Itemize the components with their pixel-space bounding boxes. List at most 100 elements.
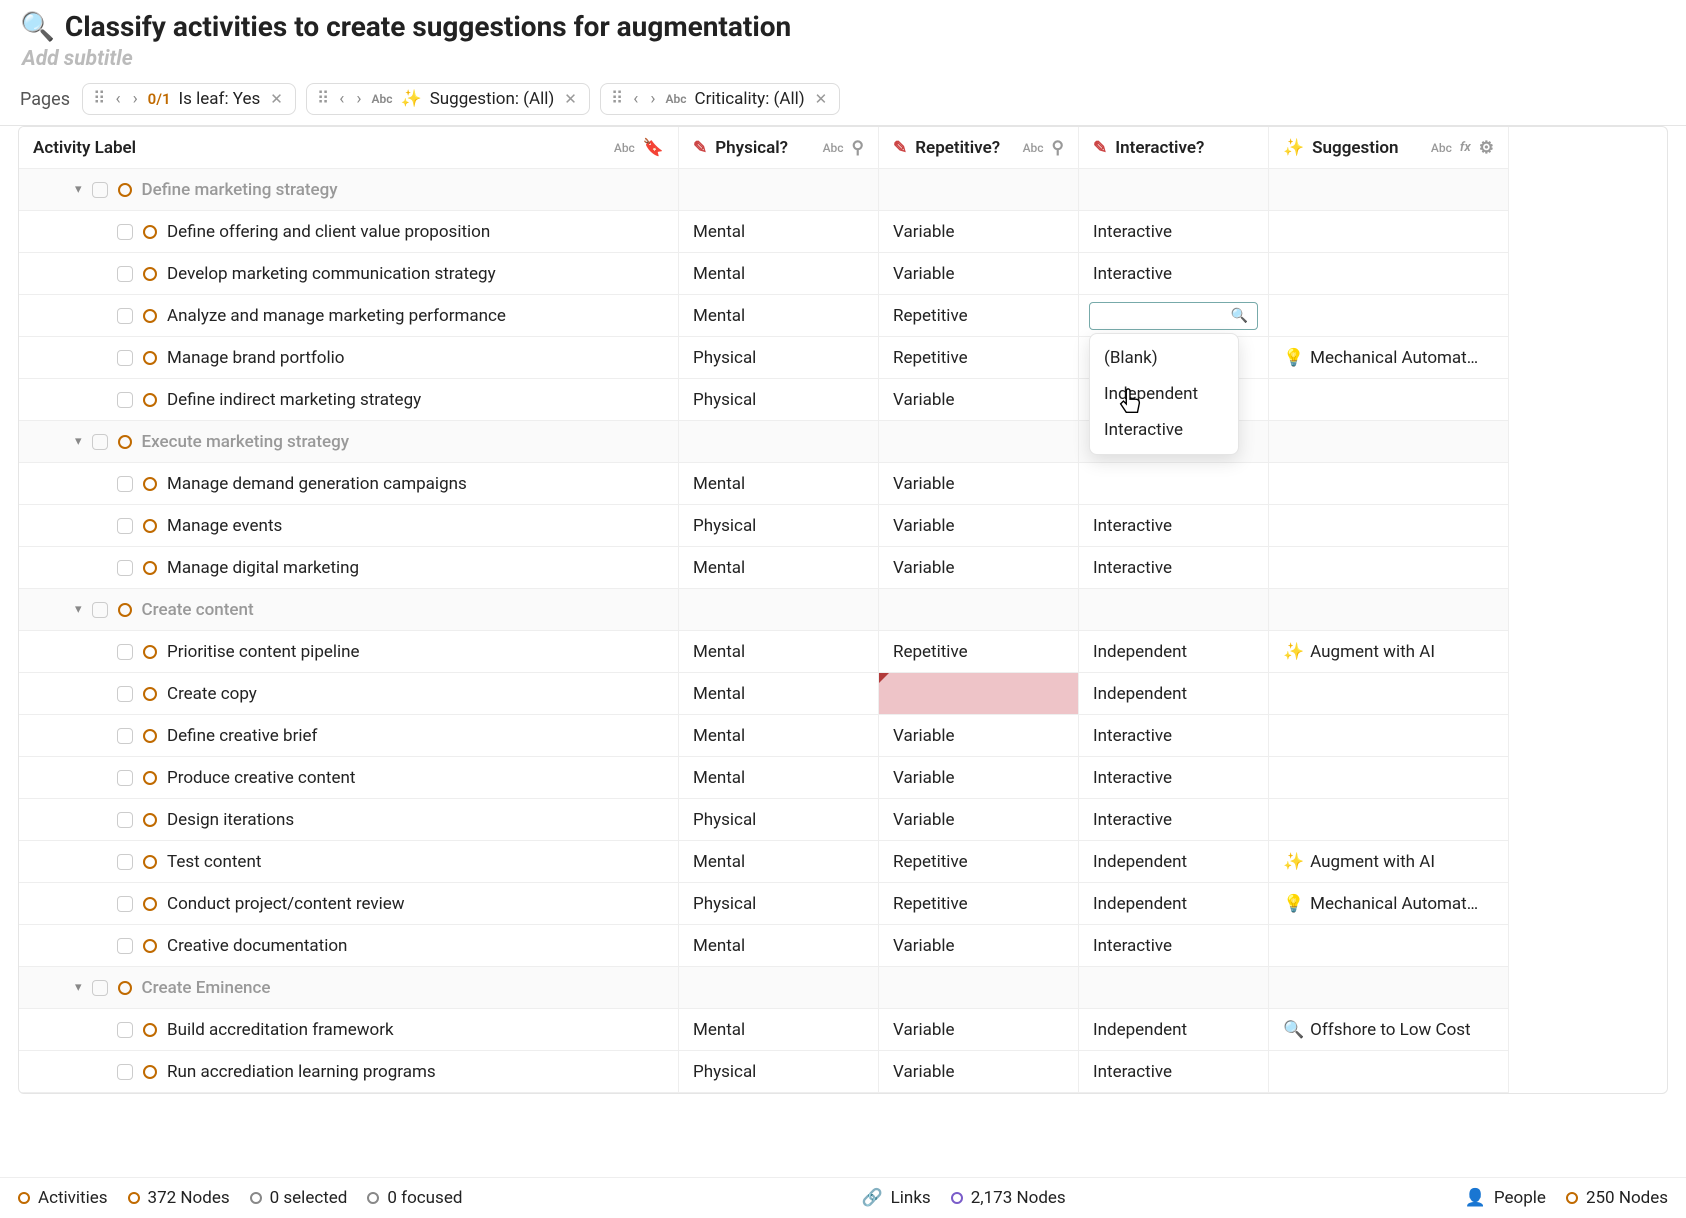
node-icon[interactable] [143, 855, 157, 869]
group-row[interactable]: ▾ Create content [19, 589, 679, 631]
repetitive-cell[interactable]: Variable [879, 211, 1079, 253]
group-row[interactable]: ▾ Create Eminence [19, 967, 679, 1009]
suggestion-cell[interactable] [1269, 211, 1509, 253]
row-checkbox[interactable] [92, 602, 108, 618]
interactive-cell[interactable]: Interactive [1079, 925, 1269, 967]
links-label[interactable]: Links [891, 1188, 931, 1208]
node-icon[interactable] [143, 351, 157, 365]
repetitive-cell[interactable]: Repetitive [879, 883, 1079, 925]
suggestion-cell[interactable] [1269, 379, 1509, 421]
repetitive-cell[interactable]: Repetitive [879, 841, 1079, 883]
node-icon[interactable] [143, 729, 157, 743]
suggestion-cell[interactable] [1269, 673, 1509, 715]
node-icon[interactable] [143, 1023, 157, 1037]
repetitive-cell[interactable]: Variable [879, 1009, 1079, 1051]
chevron-left-icon[interactable]: ‹ [631, 89, 640, 109]
people-label[interactable]: People [1494, 1188, 1546, 1208]
node-icon[interactable] [143, 561, 157, 575]
interactive-cell[interactable]: Interactive [1079, 505, 1269, 547]
node-icon[interactable] [143, 687, 157, 701]
physical-cell[interactable]: Mental [679, 673, 879, 715]
activity-cell[interactable]: Define creative brief [19, 715, 679, 757]
activities-label[interactable]: Activities [38, 1188, 108, 1208]
interactive-cell[interactable]: Independent [1079, 883, 1269, 925]
node-icon[interactable] [143, 1065, 157, 1079]
row-checkbox[interactable] [117, 938, 133, 954]
suggestion-cell[interactable]: 🔍Offshore to Low Cost [1269, 1009, 1509, 1051]
node-icon[interactable] [143, 771, 157, 785]
row-checkbox[interactable] [117, 308, 133, 324]
row-checkbox[interactable] [117, 812, 133, 828]
suggestion-cell[interactable]: ✨Augment with AI [1269, 631, 1509, 673]
row-checkbox[interactable] [117, 560, 133, 576]
repetitive-cell[interactable]: Variable [879, 505, 1079, 547]
activity-cell[interactable]: Analyze and manage marketing performance [19, 295, 679, 337]
repetitive-cell[interactable]: Variable [879, 799, 1079, 841]
repetitive-cell[interactable]: Variable [879, 715, 1079, 757]
activity-cell[interactable]: Manage demand generation campaigns [19, 463, 679, 505]
suggestion-cell[interactable] [1269, 253, 1509, 295]
physical-cell[interactable]: Physical [679, 799, 879, 841]
grip-icon[interactable]: ⠿ [317, 89, 329, 109]
row-checkbox[interactable] [117, 854, 133, 870]
physical-cell[interactable]: Physical [679, 883, 879, 925]
physical-cell[interactable]: Mental [679, 841, 879, 883]
node-icon[interactable] [143, 519, 157, 533]
suggestion-cell[interactable] [1269, 547, 1509, 589]
dropdown-option[interactable]: Interactive [1090, 412, 1238, 448]
row-checkbox[interactable] [117, 266, 133, 282]
node-icon[interactable] [143, 813, 157, 827]
row-checkbox[interactable] [117, 686, 133, 702]
node-icon[interactable] [143, 939, 157, 953]
activity-cell[interactable]: Manage brand portfolio [19, 337, 679, 379]
node-icon[interactable] [118, 435, 132, 449]
chevron-down-icon[interactable]: ▾ [75, 980, 82, 995]
node-icon[interactable] [143, 393, 157, 407]
grip-icon[interactable]: ⠿ [611, 89, 623, 109]
dropdown-option[interactable]: Independent [1090, 376, 1238, 412]
interactive-cell[interactable]: 🔍 (Blank)IndependentInteractive [1079, 295, 1269, 337]
subtitle-input[interactable]: Add subtitle [22, 47, 1666, 71]
physical-cell[interactable]: Mental [679, 631, 879, 673]
page-title[interactable]: Classify activities to create suggestion… [65, 10, 791, 43]
suggestion-cell[interactable] [1269, 799, 1509, 841]
row-checkbox[interactable] [117, 224, 133, 240]
physical-cell[interactable]: Mental [679, 715, 879, 757]
filter-chip[interactable]: ⠿ ‹ ›AbcCriticality: (All) ✕ [600, 83, 840, 115]
repetitive-cell[interactable]: Repetitive [879, 295, 1079, 337]
row-checkbox[interactable] [92, 434, 108, 450]
row-checkbox[interactable] [117, 644, 133, 660]
activity-cell[interactable]: Create copy [19, 673, 679, 715]
activity-cell[interactable]: Build accreditation framework [19, 1009, 679, 1051]
repetitive-cell[interactable]: Variable [879, 547, 1079, 589]
search-icon[interactable]: ⚲ [852, 138, 864, 158]
physical-cell[interactable]: Mental [679, 295, 879, 337]
row-checkbox[interactable] [117, 350, 133, 366]
physical-cell[interactable]: Mental [679, 211, 879, 253]
search-icon[interactable]: 🔍 [1231, 308, 1248, 324]
node-icon[interactable] [143, 477, 157, 491]
physical-cell[interactable]: Mental [679, 757, 879, 799]
chevron-right-icon[interactable]: › [131, 89, 140, 109]
activity-cell[interactable]: Test content [19, 841, 679, 883]
suggestion-cell[interactable] [1269, 295, 1509, 337]
gear-icon[interactable]: ⚙ [1479, 138, 1494, 158]
dropdown-option[interactable]: (Blank) [1090, 340, 1238, 376]
node-icon[interactable] [143, 897, 157, 911]
close-icon[interactable]: ✕ [268, 90, 285, 108]
interactive-cell[interactable]: Interactive [1079, 757, 1269, 799]
node-icon[interactable] [143, 309, 157, 323]
row-checkbox[interactable] [117, 770, 133, 786]
chevron-down-icon[interactable]: ▾ [75, 182, 82, 197]
activity-cell[interactable]: Develop marketing communication strategy [19, 253, 679, 295]
interactive-cell[interactable]: Independent [1079, 673, 1269, 715]
col-interactive[interactable]: ✎ Interactive? [1079, 127, 1269, 169]
activity-cell[interactable]: Run accrediation learning programs [19, 1051, 679, 1093]
bookmark-icon[interactable]: 🔖 [643, 138, 664, 158]
node-icon[interactable] [118, 981, 132, 995]
repetitive-cell[interactable]: Repetitive [879, 337, 1079, 379]
repetitive-cell[interactable]: Variable [879, 379, 1079, 421]
interactive-cell[interactable]: Interactive [1079, 1051, 1269, 1093]
chevron-right-icon[interactable]: › [648, 89, 657, 109]
filter-chip[interactable]: ⠿ ‹ ›0/1Is leaf: Yes ✕ [82, 83, 296, 115]
